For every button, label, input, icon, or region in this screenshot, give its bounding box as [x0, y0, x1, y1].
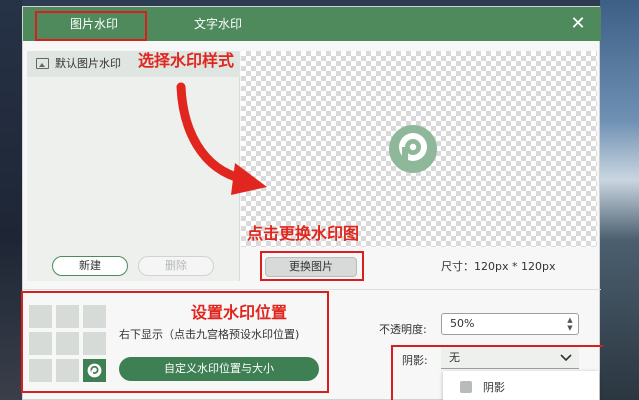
opacity-label: 不透明度: — [379, 323, 427, 336]
annotation-arrow-icon — [176, 82, 267, 195]
opacity-value: 50% — [450, 317, 475, 330]
annotation-box-replace — [260, 251, 364, 281]
watermark-size-label: 尺寸：120px * 120px — [441, 260, 556, 273]
watermark-logo-icon — [389, 125, 437, 173]
desktop-background-right — [600, 0, 639, 400]
watermark-preview-canvas — [241, 51, 597, 247]
tab-text-watermark[interactable]: 文字水印 — [173, 7, 263, 41]
annotation-select-style: 选择水印样式 — [138, 51, 235, 70]
desktop-background-left — [0, 0, 22, 400]
annotation-replace-image: 点击更换水印图 — [247, 224, 360, 243]
spinner-arrows-icon[interactable]: ▲ ▼ — [566, 316, 574, 332]
new-button[interactable]: 新建 — [52, 256, 128, 276]
section-divider — [23, 289, 601, 290]
annotation-box-tab — [35, 11, 147, 41]
annotation-set-position: 设置水印位置 — [191, 303, 288, 322]
watermark-dialog: 图片水印 文字水印 ✕ 默认图片水印 新建 删除 更换图片 尺寸：120px *… — [21, 6, 603, 400]
delete-button[interactable]: 删除 — [138, 256, 214, 276]
annotation-box-shadow — [391, 345, 603, 400]
list-item-label: 默认图片水印 — [55, 57, 121, 70]
image-icon — [36, 58, 49, 69]
opacity-stepper[interactable]: 50% ▲ ▼ — [441, 313, 579, 335]
close-icon[interactable]: ✕ — [567, 13, 589, 35]
